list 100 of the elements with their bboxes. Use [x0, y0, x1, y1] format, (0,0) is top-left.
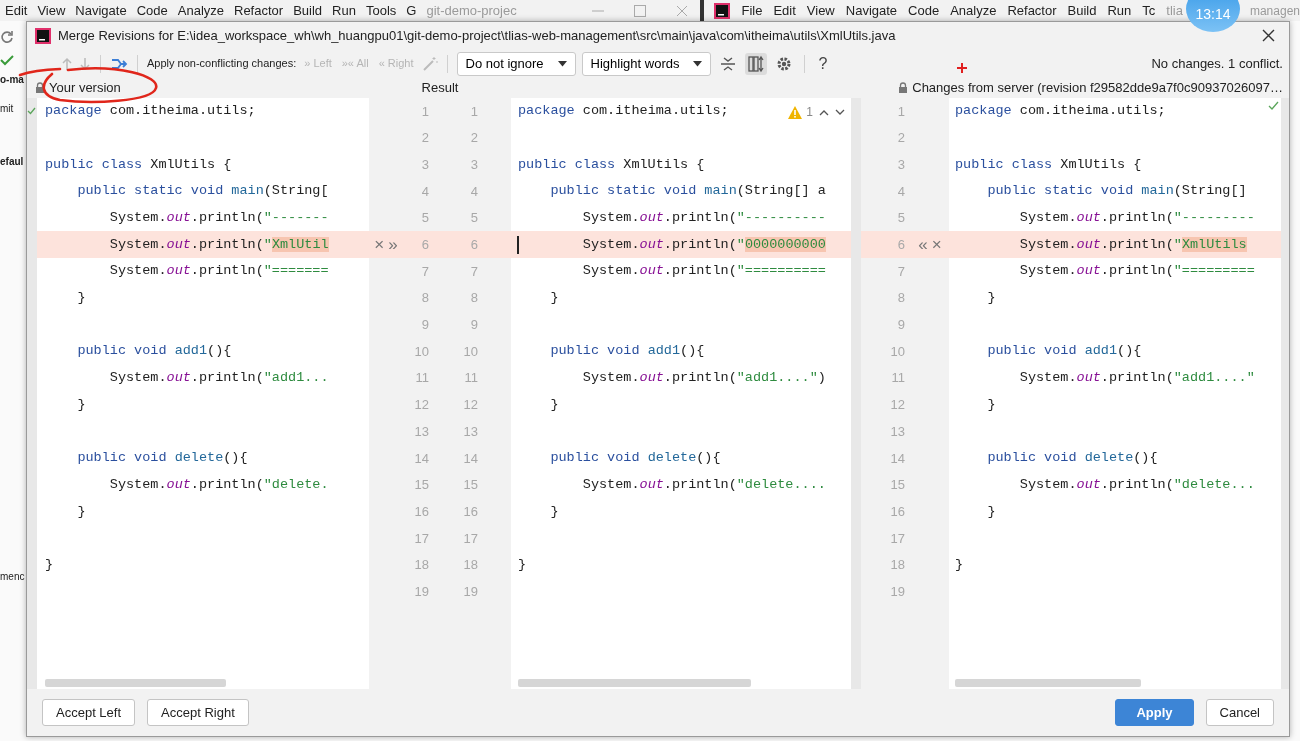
action-button[interactable]: Apply	[1115, 698, 1194, 727]
code-line: System.out.println("delete.	[108, 475, 329, 494]
menu-item[interactable]: Run	[332, 0, 356, 21]
maximize-icon[interactable]	[634, 4, 647, 17]
dropdown[interactable]: Do not ignore	[456, 51, 576, 76]
app-icon	[35, 27, 51, 44]
side-label: efaul	[0, 155, 24, 169]
check-icon	[27, 106, 36, 115]
refresh-icon[interactable]	[0, 30, 14, 44]
side-label: o-ma	[0, 73, 24, 87]
line-number: 19	[462, 582, 478, 601]
code-line: System.out.println("=======	[108, 262, 329, 281]
help-button[interactable]: ?	[814, 51, 832, 76]
action-button[interactable]: Cancel	[1205, 698, 1274, 727]
line-number: 14	[462, 449, 478, 468]
line-number: 17	[462, 529, 478, 548]
menu-item[interactable]: Tools	[365, 0, 397, 21]
code-line: public void delete(){	[549, 449, 721, 468]
check-icon[interactable]	[0, 54, 14, 66]
close-icon[interactable]	[1262, 29, 1275, 42]
code-line: System.out.println("0000000000	[581, 235, 826, 254]
line-number: 9	[896, 316, 905, 335]
side-label: menc	[0, 570, 25, 584]
menu-item[interactable]: Navigate	[75, 0, 127, 21]
code-line: public static void main(String[] a	[549, 182, 826, 201]
line-number: 19	[889, 582, 905, 601]
menu-item[interactable]: Analyze	[950, 0, 997, 21]
gutter-action[interactable]: »	[388, 232, 398, 258]
action-button[interactable]: Accept Left	[42, 698, 136, 727]
line-number: 10	[413, 342, 429, 361]
gutter-action[interactable]: ×	[931, 232, 942, 258]
code-line: System.out.println("XmlUtils	[1018, 235, 1247, 254]
sync-scroll-button[interactable]	[745, 52, 768, 75]
gutter-action[interactable]: «	[918, 232, 928, 258]
menu-item[interactable]: Build	[293, 0, 323, 21]
line-number: 12	[462, 396, 478, 415]
dropdown[interactable]: Highlight words	[581, 51, 712, 76]
window-title: tlia	[1166, 1, 1183, 20]
line-number: 14	[889, 449, 905, 468]
editor-pane[interactable]	[37, 98, 369, 689]
menu-item[interactable]: View	[37, 0, 66, 21]
menu-item[interactable]: Edit	[5, 0, 28, 21]
line-number: 3	[420, 155, 429, 174]
line-number: 3	[469, 155, 478, 174]
caret-icon	[693, 60, 703, 67]
code-line: public class XmlUtils {	[955, 155, 1142, 174]
code-line: package com.itheima.utils;	[518, 102, 729, 121]
warning-indicator[interactable]: 1	[788, 103, 813, 121]
gutter-action[interactable]: ×	[374, 232, 385, 258]
pane-header: Result	[421, 79, 459, 98]
code-line: }	[549, 395, 559, 414]
scrollbar-thumb[interactable]	[955, 679, 1141, 687]
dialog-title: Merge Revisions for E:\idea_workspace_wh\wh_huangpu01\git-demo-project\tlias-web-management\src\main\java\com\itheima\utils\XmlUtils.java	[58, 26, 896, 45]
code-line: package com.itheima.utils;	[955, 102, 1166, 121]
action-button[interactable]: Accept Right	[147, 698, 249, 727]
scrollbar-thumb[interactable]	[518, 679, 751, 687]
previous-icon[interactable]	[819, 108, 829, 116]
magic-wand-icon[interactable]	[421, 55, 438, 72]
check-icon	[1268, 101, 1279, 110]
code-line: public void add1(){	[986, 342, 1142, 361]
line-number: 16	[462, 502, 478, 521]
code-line: System.out.println("XmlUtil	[108, 235, 329, 254]
line-number: 10	[889, 342, 905, 361]
code-line: System.out.println("----------	[581, 208, 826, 227]
lock-icon	[35, 82, 45, 94]
menu-item[interactable]: Build	[1067, 0, 1097, 21]
line-number: 17	[413, 529, 429, 548]
menu-item[interactable]: Edit	[773, 0, 796, 21]
menu-item[interactable]: File	[741, 0, 763, 21]
line-number: 5	[420, 209, 429, 228]
side-label: mit	[0, 102, 14, 116]
code-line: package com.itheima.utils;	[45, 102, 256, 121]
menu-item[interactable]: View	[806, 0, 835, 21]
app-icon	[714, 2, 731, 19]
menu-item[interactable]: Code	[136, 0, 168, 21]
text-cursor	[517, 235, 519, 254]
menu-item[interactable]: Refactor	[234, 0, 284, 21]
scrollbar-thumb[interactable]	[45, 679, 226, 687]
toolbar-label: Apply non-conflicting changes:	[147, 56, 297, 72]
code-line: public static void main(String[	[76, 182, 329, 201]
menu-item[interactable]: Analyze	[177, 0, 224, 21]
line-number: 16	[413, 502, 429, 521]
line-number: 19	[413, 582, 429, 601]
editor-pane[interactable]	[949, 98, 1281, 689]
menu-item[interactable]: Code	[908, 0, 940, 21]
next-icon[interactable]	[835, 108, 845, 116]
menu-item[interactable]: Tc	[1142, 0, 1156, 21]
line-number: 3	[896, 155, 905, 174]
window-title: managen	[1249, 2, 1300, 20]
line-number: 8	[896, 289, 905, 308]
menu-item[interactable]: Navigate	[845, 0, 898, 21]
code-line: }	[549, 502, 559, 521]
up-arrow-icon[interactable]	[61, 56, 73, 71]
menu-item[interactable]: Refactor	[1007, 0, 1057, 21]
line-number: 6	[896, 236, 905, 255]
editor-pane[interactable]	[511, 98, 851, 689]
menu-item[interactable]: G	[406, 0, 417, 21]
line-number: 2	[896, 129, 905, 148]
menu-item[interactable]: Run	[1107, 0, 1132, 21]
line-number: 17	[889, 529, 905, 548]
